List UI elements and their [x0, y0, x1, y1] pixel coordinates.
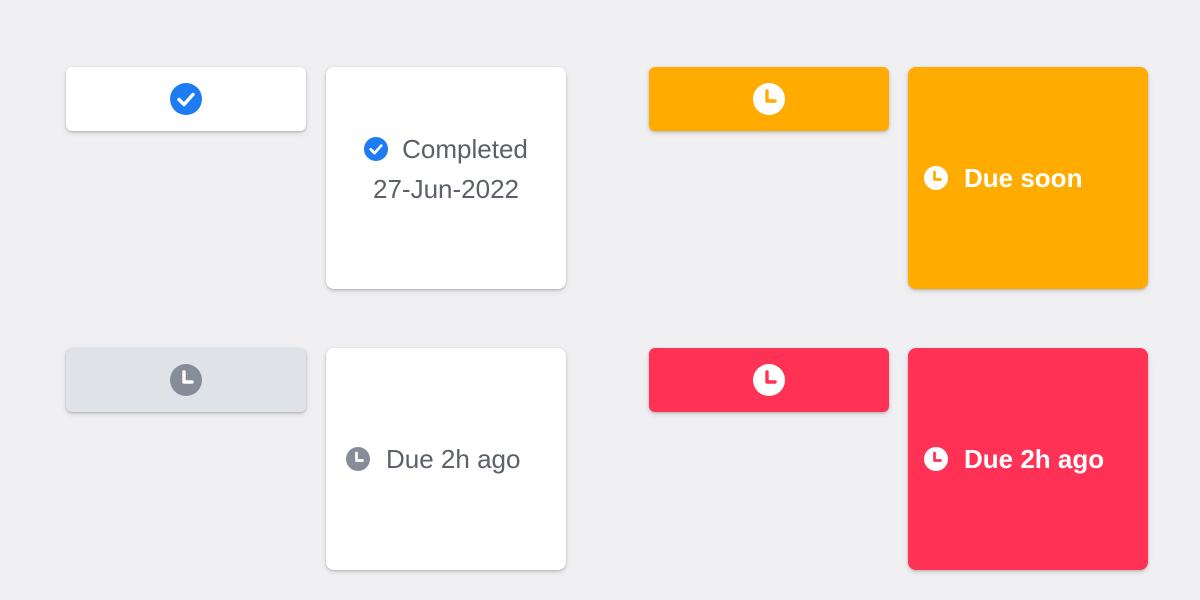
overdue-critical-status-tile[interactable]: Due 2h ago: [908, 348, 1148, 570]
overdue-neutral-status-tile[interactable]: Due 2h ago: [326, 348, 566, 570]
clock-icon: [346, 447, 370, 471]
completed-date: 27-Jun-2022: [373, 174, 519, 204]
overdue-neutral-label: Due 2h ago: [386, 443, 521, 474]
clock-icon: [924, 447, 948, 471]
due-soon-label: Due soon: [964, 162, 1083, 193]
completed-status-bar[interactable]: [66, 67, 306, 131]
due-soon-status-bar[interactable]: [649, 67, 889, 131]
overdue-neutral-status-bar[interactable]: [66, 348, 306, 412]
due-soon-status-tile[interactable]: Due soon: [908, 67, 1148, 289]
clock-icon: [753, 83, 785, 115]
clock-icon: [753, 364, 785, 396]
overdue-critical-label: Due 2h ago: [964, 443, 1105, 474]
check-circle-icon: [364, 137, 389, 161]
clock-icon: [924, 166, 948, 190]
overdue-critical-status-bar[interactable]: [649, 348, 889, 412]
completed-status-label: Completed: [402, 134, 528, 164]
clock-icon: [170, 364, 202, 396]
completed-status-row: Completed: [364, 129, 528, 169]
completed-status-tile[interactable]: Completed 27-Jun-2022: [326, 67, 566, 289]
check-circle-icon: [170, 83, 202, 115]
